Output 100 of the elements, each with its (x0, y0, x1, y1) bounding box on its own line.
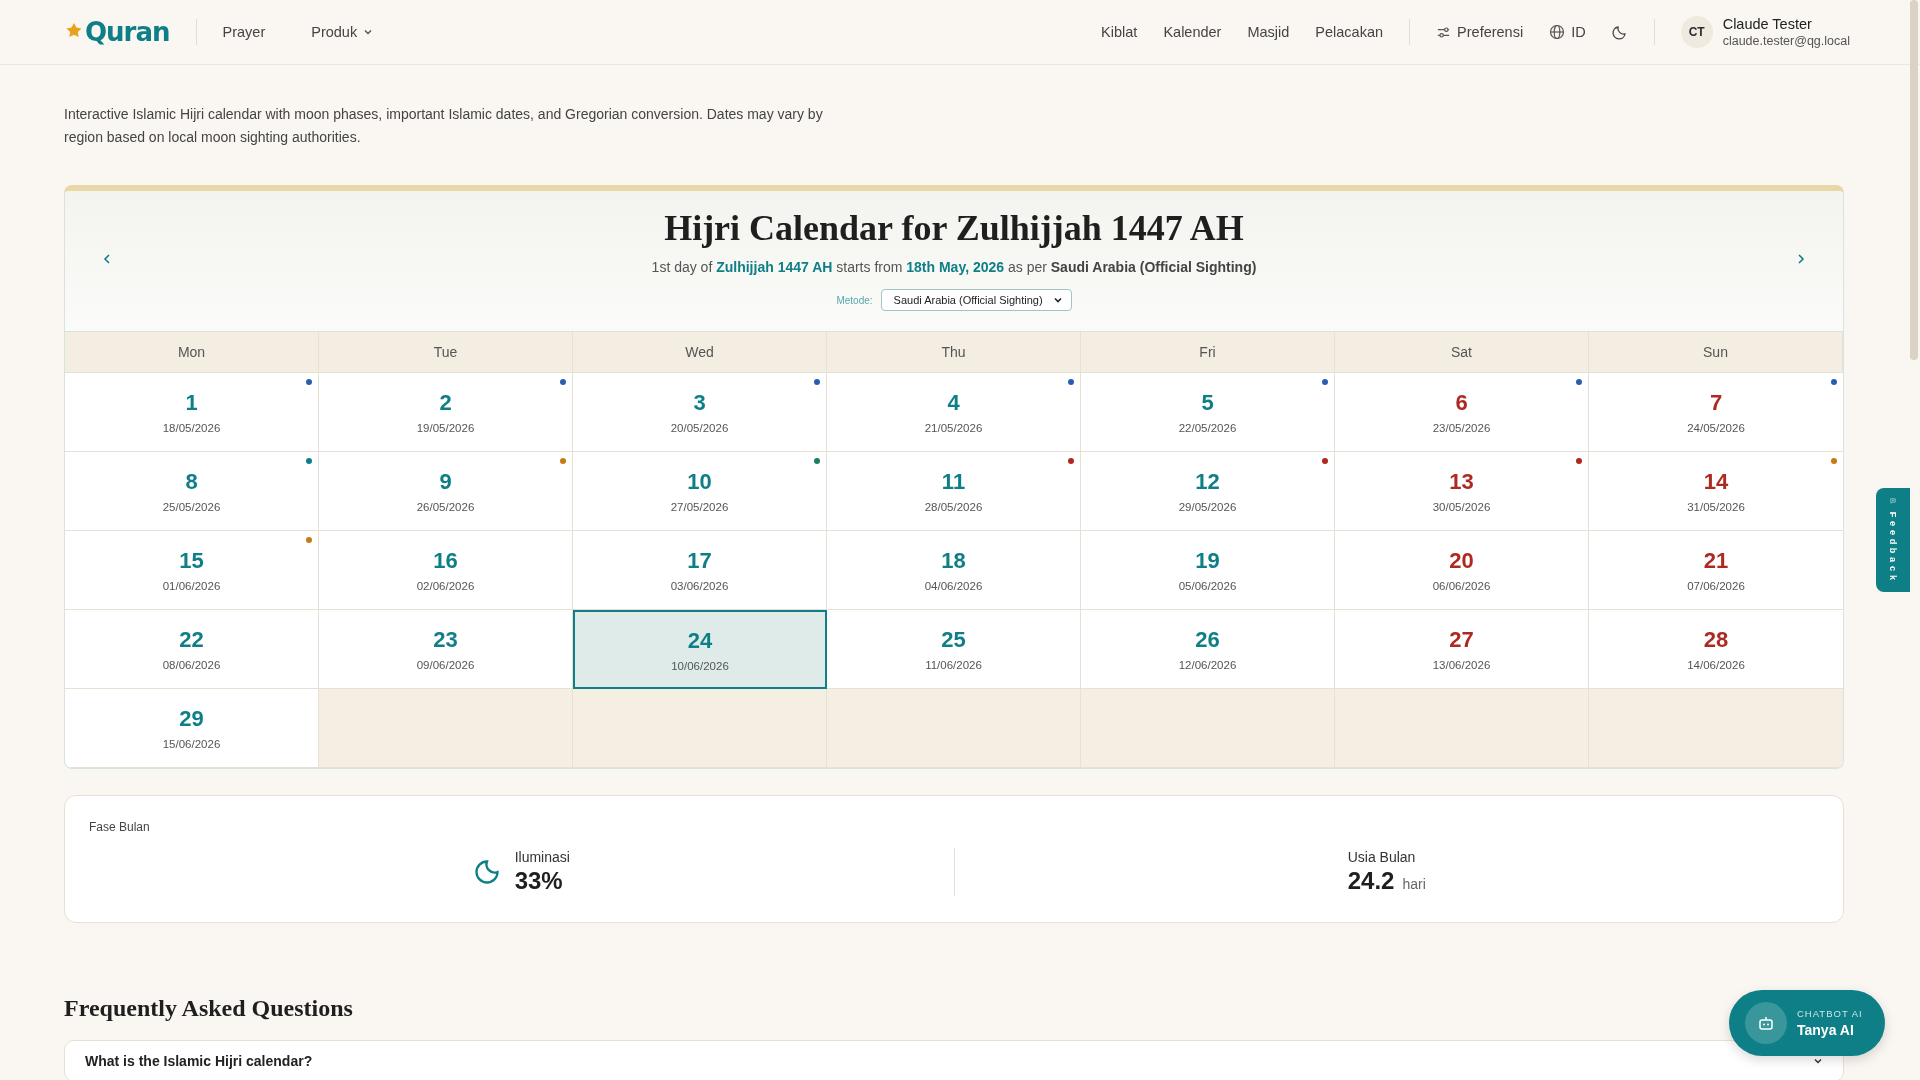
illumination-value: 33% (514, 867, 564, 895)
hijri-day: 21 (1703, 548, 1729, 574)
gregorian-date: 06/06/2026 (1432, 580, 1491, 592)
hijri-day: 20 (1449, 548, 1474, 574)
hijri-day: 6 (1455, 390, 1468, 416)
hijri-day: 12 (1195, 469, 1220, 495)
day-cell[interactable]: 22 08/06/2026 (65, 610, 319, 689)
day-cell[interactable]: 2 19/05/2026 (319, 373, 573, 452)
hijri-day: 2 (439, 390, 452, 416)
gregorian-date: 30/05/2026 (1432, 501, 1491, 513)
calendar-subtitle: 1st day of Zulhijjah 1447 AH starts from 18th May, 2026 as per Saudi Arabia (Official Sighting) (651, 259, 1257, 275)
nav-link[interactable]: Masjid (1247, 24, 1290, 40)
gregorian-date: 25/05/2026 (162, 501, 221, 513)
day-cell[interactable]: 5 22/05/2026 (1081, 373, 1335, 452)
preferences-button[interactable]: Preferensi (1436, 24, 1524, 40)
faq-item[interactable]: What is the Islamic Hijri calendar? (64, 1040, 1844, 1080)
gregorian-date: 20/05/2026 (670, 422, 729, 434)
day-cell[interactable]: 6 23/05/2026 (1335, 373, 1589, 452)
nav-link[interactable]: Pelacakan (1315, 24, 1384, 40)
hijri-day: 15 (179, 548, 204, 574)
hijri-day: 14 (1703, 469, 1729, 495)
faq-title: Frequently Asked Questions (64, 995, 353, 1022)
moon-age-value: 24.2 (1347, 867, 1395, 895)
gregorian-date: 15/06/2026 (162, 738, 221, 750)
intro-text: Interactive Islamic Hijri calendar with moon phases, important Islamic dates, and Gregorian conversion. Dates may vary by region based on local moon sighting authorities. (64, 105, 824, 147)
illumination-label: Iluminasi (514, 849, 570, 865)
gregorian-date: 08/06/2026 (162, 659, 221, 671)
gregorian-date: 14/06/2026 (1687, 659, 1745, 671)
gregorian-date: 24/05/2026 (1687, 422, 1745, 434)
nav-link[interactable]: Produk (311, 24, 374, 40)
gregorian-date: 22/05/2026 (1178, 422, 1237, 434)
day-cell[interactable]: 4 21/05/2026 (827, 373, 1081, 452)
gregorian-date: 09/06/2026 (416, 659, 475, 671)
nav-link[interactable]: Kalender (1163, 24, 1222, 40)
hijri-day: 5 (1201, 390, 1214, 416)
gregorian-date: 11/06/2026 (925, 659, 982, 671)
day-cell[interactable]: 7 24/05/2026 (1589, 373, 1843, 452)
hijri-day: 25 (941, 627, 966, 653)
method-select[interactable]: Saudi Arabia (Official Sighting) (880, 289, 1072, 311)
hijri-day: 8 (185, 469, 198, 495)
day-cell[interactable]: 11 28/05/2026 (827, 452, 1081, 531)
day-cell[interactable]: 3 20/05/2026 (573, 373, 827, 452)
day-cell[interactable]: 14 31/05/2026 (1589, 452, 1843, 531)
hijri-day: 19 (1195, 548, 1220, 574)
hijri-day: 24 (687, 627, 713, 654)
hijri-day: 18 (941, 548, 966, 574)
hijri-day: 3 (693, 390, 706, 416)
gregorian-date: 21/05/2026 (924, 422, 983, 434)
language-button[interactable]: ID (1549, 24, 1586, 40)
gregorian-date: 23/05/2026 (1432, 422, 1491, 434)
hijri-day: 28 (1703, 627, 1729, 653)
hijri-day: 23 (433, 627, 458, 653)
user-email: claude.tester@qg.local (1722, 34, 1850, 48)
day-cell[interactable]: 24 10/06/2026 (573, 610, 827, 689)
day-cell[interactable]: 16 02/06/2026 (319, 531, 573, 610)
day-cell[interactable]: 20 06/06/2026 (1335, 531, 1589, 610)
hijri-day: 7 (1709, 390, 1723, 416)
weekday-header: Fri (1081, 332, 1335, 373)
gregorian-date: 03/06/2026 (670, 580, 729, 592)
moon-age-unit: hari (1402, 876, 1426, 892)
gregorian-date: 13/06/2026 (1432, 659, 1491, 671)
chatbot-button[interactable]: CHATBOT AI Tanya AI (1729, 990, 1885, 1056)
gregorian-date: 26/05/2026 (416, 501, 475, 513)
user-avatar[interactable]: CT (1680, 16, 1713, 48)
gregorian-date: 01/06/2026 (162, 580, 221, 592)
hijri-day: 1 (185, 390, 198, 416)
day-cell[interactable]: 13 30/05/2026 (1335, 452, 1589, 531)
day-cell[interactable]: 12 29/05/2026 (1081, 452, 1335, 531)
gregorian-date: 05/06/2026 (1178, 580, 1237, 592)
hijri-day: 29 (179, 706, 204, 732)
day-cell[interactable]: 10 27/05/2026 (573, 452, 827, 531)
day-cell[interactable]: 21 07/06/2026 (1589, 531, 1843, 610)
day-cell[interactable]: 9 26/05/2026 (319, 452, 573, 531)
day-cell[interactable]: 15 01/06/2026 (65, 531, 319, 610)
weekday-header: Tue (319, 332, 573, 373)
nav-link[interactable]: Kiblat (1101, 24, 1138, 40)
logo[interactable]: Quran (64, 17, 170, 47)
nav-link[interactable]: Prayer (222, 24, 266, 40)
hijri-day: 13 (1449, 469, 1474, 495)
hijri-day: 22 (179, 627, 204, 653)
gregorian-date: 18/05/2026 (162, 422, 221, 434)
hijri-day: 4 (947, 390, 960, 416)
gregorian-date: 07/06/2026 (1687, 580, 1745, 592)
gregorian-date: 12/06/2026 (1178, 659, 1237, 671)
weekday-header: Sun (1589, 332, 1843, 373)
gregorian-date: 02/06/2026 (416, 580, 475, 592)
day-cell[interactable]: 8 25/05/2026 (65, 452, 319, 531)
calendar-title: Hijri Calendar for Zulhijjah 1447 AH (664, 207, 1244, 249)
day-cell[interactable]: 19 05/06/2026 (1081, 531, 1335, 610)
day-cell[interactable]: 1 18/05/2026 (65, 373, 319, 452)
hijri-day: 9 (439, 469, 452, 495)
weekday-header: Thu (827, 332, 1081, 373)
hijri-day: 17 (687, 548, 712, 574)
user-name: Claude Tester (1722, 16, 1813, 32)
hijri-day: 11 (941, 469, 966, 495)
gregorian-date: 27/05/2026 (670, 501, 729, 513)
day-cell[interactable]: 18 04/06/2026 (827, 531, 1081, 610)
feedback-tab[interactable]: Feedback (1876, 488, 1910, 592)
method-label: Metode: (836, 294, 873, 306)
gregorian-date: 19/05/2026 (416, 422, 475, 434)
